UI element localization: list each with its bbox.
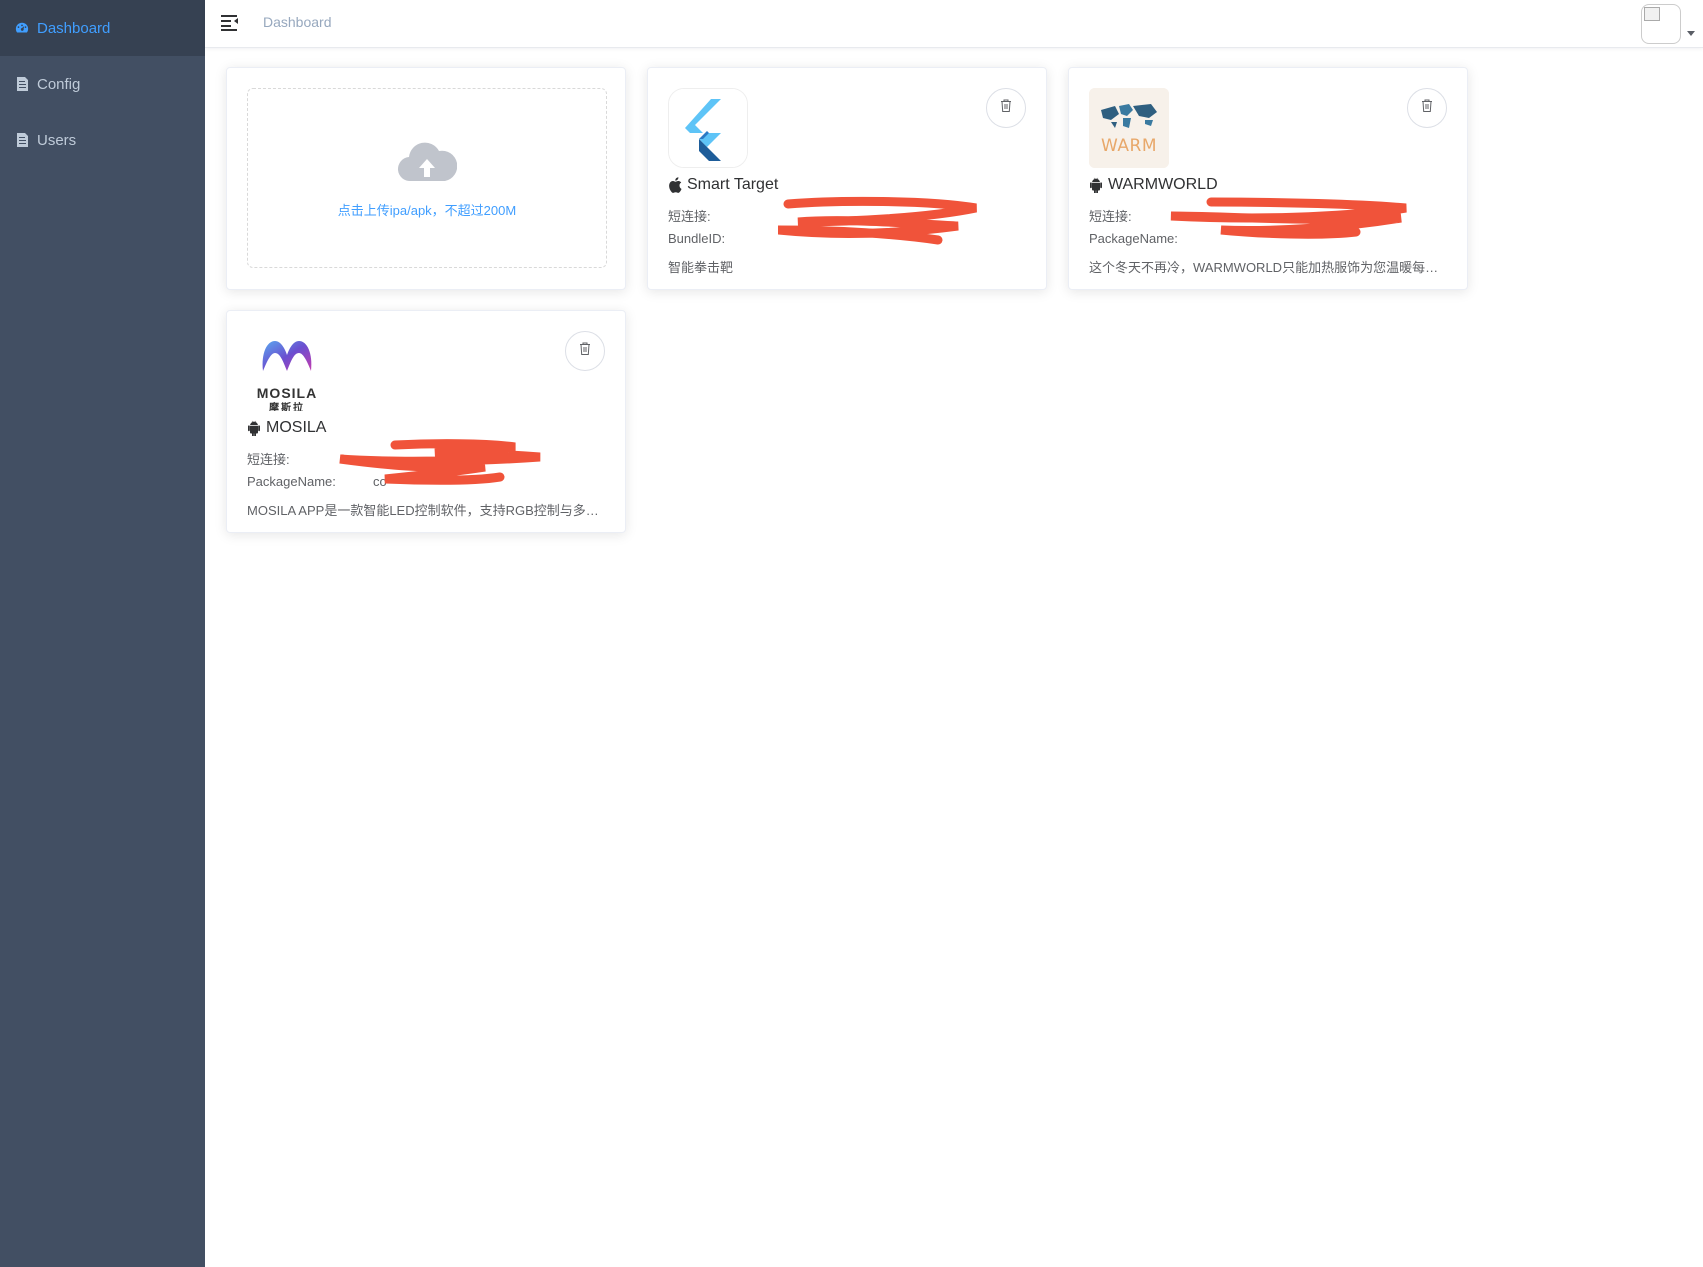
upload-card: 点击上传ipa/apk，不超过200M — [226, 67, 626, 290]
app-name-text: WARMWORLD — [1108, 176, 1218, 193]
app-name: WARMWORLD — [1089, 176, 1218, 194]
app-name-text: Smart Target — [687, 176, 779, 193]
android-icon — [247, 420, 261, 436]
apple-icon — [668, 177, 682, 193]
app-logo: WARM — [1089, 88, 1169, 168]
short-link-row: 短连接: — [247, 449, 373, 468]
sidebar-item-label: Config — [37, 75, 81, 93]
logo-text: WARM — [1101, 136, 1157, 156]
navbar: Dashboard — [205, 0, 1703, 48]
app-name: MOSILA — [247, 419, 326, 437]
breadcrumb[interactable]: Dashboard — [263, 14, 332, 30]
document-icon — [15, 77, 29, 91]
caret-down-icon — [1687, 31, 1695, 36]
dashboard-icon — [15, 21, 29, 35]
upload-cloud-icon — [397, 137, 458, 188]
package-name-label: PackageName: — [247, 474, 336, 489]
sidebar-item-label: Dashboard — [37, 19, 111, 37]
package-name-label: PackageName: — [1089, 231, 1178, 246]
short-link-label: 短连接: — [1089, 209, 1132, 224]
bundle-id-row: BundleID: — [668, 231, 794, 246]
delete-button[interactable] — [1407, 88, 1447, 128]
package-name-row: PackageName: — [1089, 231, 1215, 246]
sidebar-item-users[interactable]: Users — [0, 112, 205, 168]
sidebar-item-dashboard[interactable]: Dashboard — [0, 0, 205, 56]
app-card: WARM WARMWORLD 短连接: PackageName: 这个冬天不再冷… — [1068, 67, 1468, 290]
app-description: 智能拳击靶 — [668, 260, 734, 275]
short-link-row: 短连接: — [668, 206, 794, 225]
logo-subtext: 摩斯拉 — [269, 403, 305, 411]
short-link-row: 短连接: — [1089, 206, 1215, 225]
redaction-mark — [778, 196, 977, 245]
upload-hint: 点击上传ipa/apk，不超过200M — [337, 203, 517, 218]
upload-dropzone[interactable]: 点击上传ipa/apk，不超过200M — [247, 88, 607, 268]
app-description: 这个冬天不再冷，WARMWORLD只能加热服饰为您温暖每一天 — [1089, 260, 1447, 275]
app-name: Smart Target — [668, 176, 778, 194]
sidebar-item-config[interactable]: Config — [0, 56, 205, 112]
trash-icon — [1000, 99, 1012, 117]
app-logo — [668, 88, 748, 168]
delete-button[interactable] — [986, 88, 1026, 128]
package-name-value: co — [373, 474, 387, 489]
hamburger-icon[interactable] — [221, 13, 239, 31]
trash-icon — [579, 342, 591, 360]
app-description: MOSILA APP是一款智能LED控制软件，支持RGB控制与多种灯光模式 — [247, 503, 605, 518]
app-logo: MOSILA 摩斯拉 — [247, 331, 327, 411]
sidebar-item-label: Users — [37, 131, 77, 149]
app-name-text: MOSILA — [266, 419, 327, 436]
sidebar: Dashboard Config Users — [0, 0, 205, 1267]
avatar[interactable] — [1641, 4, 1681, 44]
android-icon — [1089, 177, 1103, 193]
trash-icon — [1421, 99, 1433, 117]
short-link-label: 短连接: — [668, 209, 711, 224]
user-menu[interactable] — [1641, 4, 1695, 44]
app-card: MOSILA 摩斯拉 MOSILA 短连接: PackageName: co M… — [226, 310, 626, 533]
document-icon — [15, 133, 29, 147]
bundle-id-label: BundleID: — [668, 231, 726, 246]
short-link-label: 短连接: — [247, 452, 290, 467]
delete-button[interactable] — [565, 331, 605, 371]
package-name-row: PackageName: co — [247, 474, 387, 489]
app-card: Smart Target 短连接: BundleID: 智能拳击靶 — [647, 67, 1047, 290]
